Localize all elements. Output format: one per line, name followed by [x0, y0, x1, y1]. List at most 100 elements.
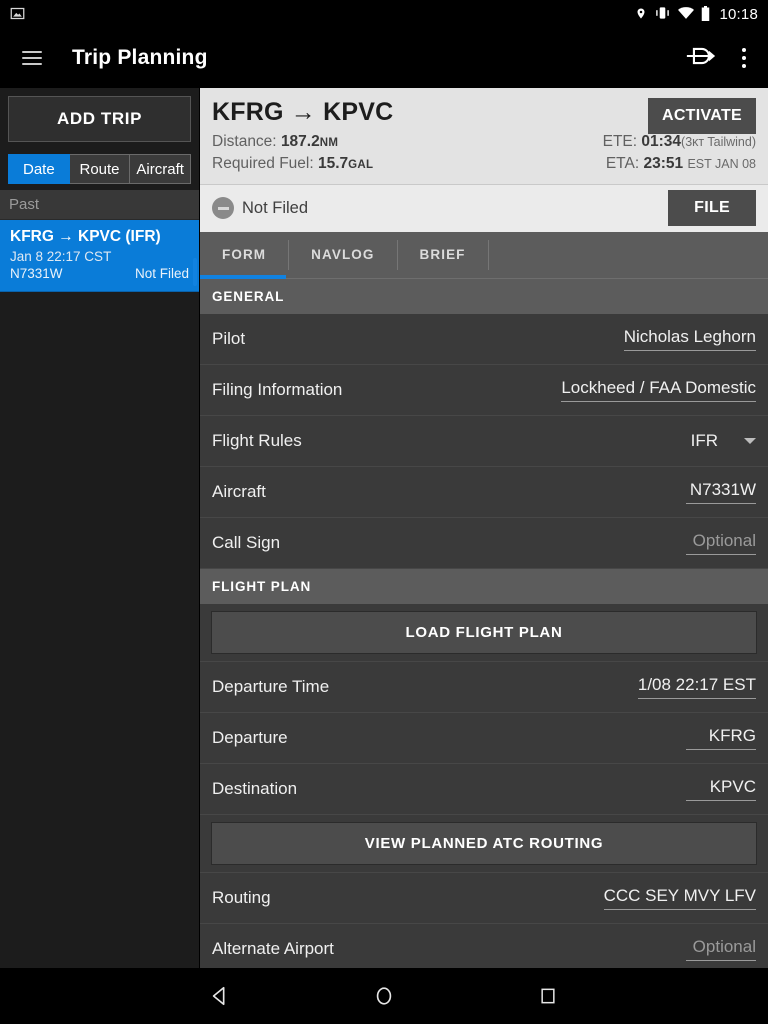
fuel-label: Required Fuel:	[212, 155, 314, 173]
filter-segment-wrap: Date Route Aircraft	[0, 150, 199, 190]
filter-segment: Date Route Aircraft	[8, 154, 192, 184]
ete-value: 01:34	[641, 133, 682, 150]
overflow-menu-icon[interactable]	[742, 48, 746, 68]
activate-button[interactable]: ACTIVATE	[647, 98, 756, 134]
row-call-sign-label: Call Sign	[212, 532, 281, 552]
departure-time-input[interactable]: 1/08 22:17 EST	[637, 675, 756, 699]
sidebar-scrollbar[interactable]	[193, 258, 197, 286]
filing-information-input[interactable]: Lockheed / FAA Domestic	[561, 378, 756, 402]
row-filing-information[interactable]: Filing Information Lockheed / FAA Domest…	[200, 364, 768, 416]
row-destination[interactable]: Destination KPVC	[200, 763, 768, 815]
trip-group-header: Past	[0, 190, 199, 220]
trip-item-status: Not Filed	[134, 266, 189, 281]
sidebar: ADD TRIP Date Route Aircraft Past KFRG →…	[0, 88, 200, 968]
distance-value: 187.2	[280, 133, 320, 150]
eta-line: ETA: 23:51 EST JAN 08	[603, 153, 756, 175]
row-call-sign[interactable]: Call Sign Optional	[200, 517, 768, 569]
image-icon	[10, 6, 25, 23]
eta-value: 23:51	[643, 155, 684, 173]
row-pilot[interactable]: Pilot Nicholas Leghorn	[200, 313, 768, 365]
section-header-general: GENERAL	[200, 278, 768, 314]
wifi-icon	[678, 6, 695, 22]
status-bar: 10:18	[0, 0, 768, 28]
distance-label: Distance:	[212, 133, 277, 150]
row-routing[interactable]: Routing CCC SEY MVY LFV	[200, 872, 768, 924]
tab-navlog[interactable]: NAVLOG	[289, 240, 398, 271]
battery-icon	[701, 5, 710, 23]
row-departure-time[interactable]: Departure Time 1/08 22:17 EST	[200, 661, 768, 713]
vibrate-icon	[654, 6, 671, 22]
load-flight-plan-row: LOAD FLIGHT PLAN	[200, 603, 768, 662]
ete-line: ETE: 01:34(3ᴋᴛ Tailwind)	[603, 131, 756, 153]
routing-input[interactable]: CCC SEY MVY LFV	[603, 886, 756, 910]
main-pane: KFRG → KPVC ACTIVATE Distance: 187.2NM R…	[200, 88, 768, 968]
filter-tab-route[interactable]: Route	[69, 154, 131, 184]
app-screen: 10:18 Trip Planning ADD TRIP Date Route …	[0, 0, 768, 1024]
row-alternate-airport-label: Alternate Airport	[212, 938, 334, 958]
trip-summary-columns: Distance: 187.2NM Required Fuel: 15.7GAL…	[212, 131, 756, 176]
fuel-line: Required Fuel: 15.7GAL	[212, 153, 603, 175]
tab-bar: FORM NAVLOG BRIEF	[200, 231, 768, 279]
fuel-value: 15.7	[317, 155, 349, 173]
app-bar: Trip Planning	[0, 28, 768, 88]
list-item[interactable]: KFRG → KPVC (IFR) Jan 8 22:17 CST N7331W…	[0, 220, 199, 292]
row-destination-label: Destination	[212, 778, 298, 798]
ete-note: (3ᴋᴛ Tailwind)	[681, 135, 756, 149]
row-departure-time-label: Departure Time	[212, 676, 330, 696]
row-departure[interactable]: Departure KFRG	[200, 712, 768, 764]
trip-summary-header: KFRG → KPVC ACTIVATE Distance: 187.2NM R…	[200, 88, 768, 184]
row-flight-rules[interactable]: Flight Rules IFR	[200, 415, 768, 467]
sidebar-empty-area	[0, 292, 199, 968]
chevron-down-icon[interactable]	[744, 437, 756, 444]
tab-active-indicator	[200, 274, 286, 279]
trip-item-tail: N7331W	[10, 266, 63, 281]
row-aircraft-label: Aircraft	[212, 481, 266, 501]
departure-input[interactable]: KFRG	[686, 726, 756, 750]
trip-item-footer: N7331W Not Filed	[10, 266, 189, 281]
file-button[interactable]: FILE	[668, 190, 756, 227]
row-flight-rules-label: Flight Rules	[212, 430, 302, 450]
load-flight-plan-button[interactable]: LOAD FLIGHT PLAN	[211, 610, 757, 654]
flight-rules-value: IFR	[690, 430, 718, 450]
home-circle-icon[interactable]	[362, 974, 406, 1018]
row-routing-label: Routing	[212, 887, 271, 907]
trip-item-datetime: Jan 8 22:17 CST	[10, 249, 112, 264]
call-sign-input[interactable]: Optional	[686, 531, 756, 555]
trip-summary-left: Distance: 187.2NM Required Fuel: 15.7GAL	[212, 131, 603, 176]
ete-label: ETE:	[602, 133, 638, 150]
trip-summary-right: ETE: 01:34(3ᴋᴛ Tailwind) ETA: 23:51 EST …	[603, 131, 756, 176]
section-header-flight-plan: FLIGHT PLAN	[200, 568, 768, 604]
filter-tab-date[interactable]: Date	[8, 154, 70, 184]
add-trip-button[interactable]: ADD TRIP	[8, 96, 191, 142]
system-navigation-bar	[0, 968, 768, 1024]
row-aircraft[interactable]: Aircraft N7331W	[200, 466, 768, 518]
row-alternate-airport[interactable]: Alternate Airport Optional	[200, 923, 768, 968]
pilot-input[interactable]: Nicholas Leghorn	[623, 327, 756, 351]
eta-label: ETA:	[605, 155, 640, 173]
direct-to-icon[interactable]	[686, 45, 716, 71]
filing-status-text: Not Filed	[242, 198, 309, 217]
destination-input[interactable]: KPVC	[686, 777, 756, 801]
aircraft-input[interactable]: N7331W	[686, 480, 756, 504]
form-content[interactable]: GENERAL Pilot Nicholas Leghorn Filing In…	[200, 278, 768, 968]
minus-circle-icon	[212, 197, 234, 220]
trip-item-title: KFRG → KPVC (IFR)	[10, 228, 161, 245]
page-title: Trip Planning	[72, 46, 208, 69]
tab-form[interactable]: FORM	[200, 240, 290, 271]
recents-square-icon[interactable]	[526, 974, 570, 1018]
fuel-unit: GAL	[348, 159, 374, 172]
filter-tab-aircraft[interactable]: Aircraft	[130, 154, 192, 184]
status-bar-clock: 10:18	[719, 5, 758, 23]
row-departure-label: Departure	[212, 727, 288, 747]
location-icon	[635, 6, 647, 23]
row-filing-information-label: Filing Information	[212, 379, 343, 399]
app-bar-actions	[686, 45, 746, 71]
alternate-airport-input[interactable]: Optional	[686, 937, 756, 961]
view-planned-atc-routing-button[interactable]: VIEW PLANNED ATC ROUTING	[211, 821, 757, 865]
filing-status-bar: Not Filed FILE	[200, 183, 768, 232]
status-bar-left	[10, 6, 635, 23]
flight-rules-select[interactable]: IFR	[648, 431, 756, 451]
back-triangle-icon[interactable]	[198, 974, 242, 1018]
tab-brief[interactable]: BRIEF	[398, 240, 489, 271]
hamburger-menu-icon[interactable]	[22, 51, 42, 65]
